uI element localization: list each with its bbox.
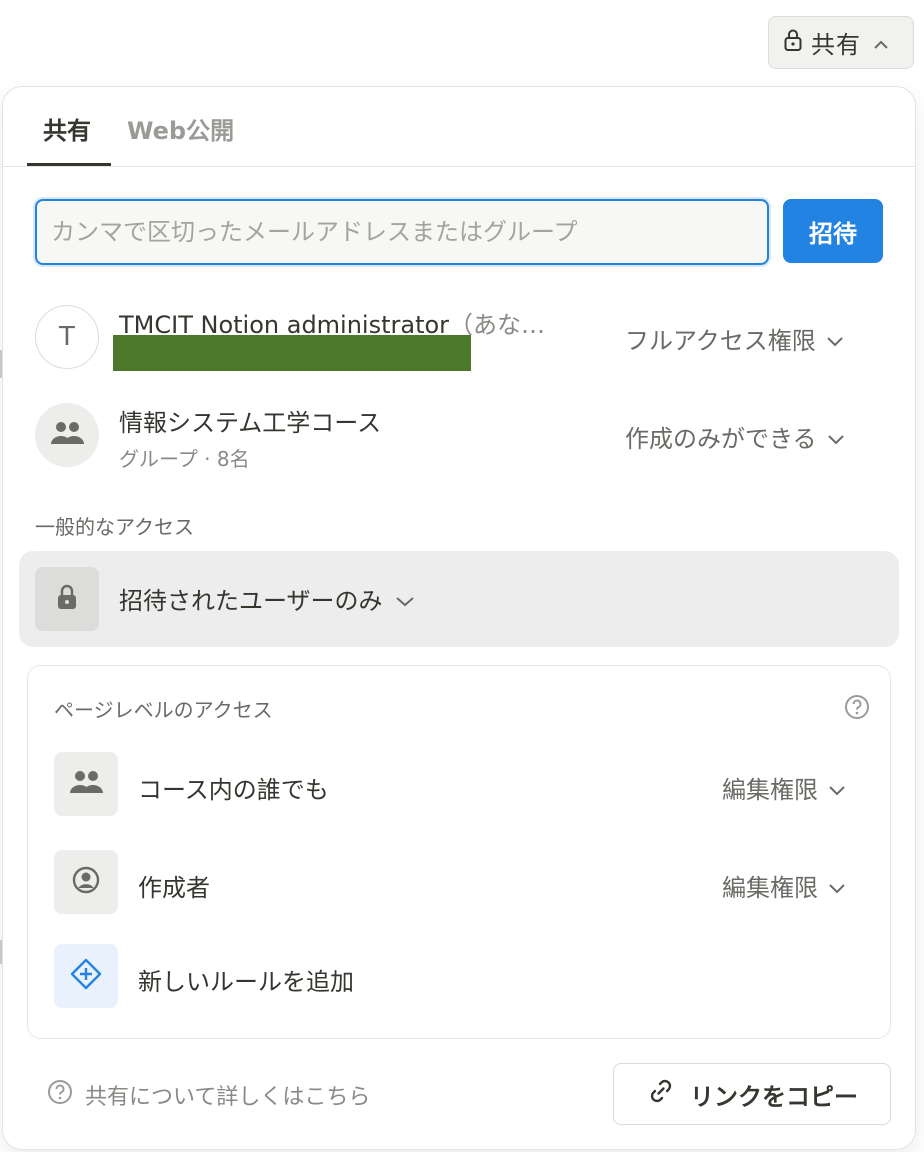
permission-label: 作成のみができる	[625, 425, 817, 453]
lock-tile	[35, 567, 99, 631]
invite-email-input[interactable]	[35, 199, 769, 265]
rule-label: コース内の誰でも	[138, 776, 329, 804]
share-panel: 共有 Web公開 招待 T TMCIT Notion administrator…	[2, 86, 916, 1150]
add-rule-tile[interactable]	[54, 944, 118, 1008]
user-circle-icon	[71, 865, 101, 899]
permission-label: フルアクセス権限	[625, 327, 816, 355]
permission-label: 編集権限	[722, 874, 818, 902]
group-subtitle: グループ · 8名	[119, 447, 250, 471]
general-access-label: 一般的なアクセス	[35, 515, 194, 539]
tab-bar: 共有 Web公開	[3, 87, 915, 167]
link-icon	[646, 1076, 676, 1112]
help-icon	[47, 1079, 73, 1111]
page-access-title: ページレベルのアクセス	[54, 698, 273, 722]
group-name: 情報システム工学コース	[119, 409, 382, 437]
chevron-down-icon	[395, 585, 415, 613]
learn-more-link[interactable]: 共有について詳しくはこちら	[47, 1079, 370, 1111]
add-rule-button[interactable]: 新しいルールを追加	[138, 962, 354, 997]
general-access-dropdown[interactable]: 招待されたユーザーのみ	[19, 551, 899, 647]
chevron-down-icon	[826, 325, 844, 353]
chevron-up-icon	[873, 29, 889, 57]
copy-link-button[interactable]: リンクをコピー	[613, 1063, 891, 1125]
chevron-down-icon	[828, 774, 846, 802]
chevron-down-icon	[827, 423, 845, 451]
permission-label: 編集権限	[722, 776, 818, 804]
active-tab-indicator	[27, 163, 111, 166]
member-permission-dropdown[interactable]: フルアクセス権限	[625, 321, 844, 356]
tab-web-publish[interactable]: Web公開	[127, 111, 234, 146]
lock-icon	[55, 583, 79, 615]
general-access-text: 招待されたユーザーのみ	[119, 587, 383, 615]
rule-tile	[54, 850, 118, 914]
plus-diamond-icon	[69, 957, 103, 995]
group-permission-dropdown[interactable]: 作成のみができる	[625, 419, 845, 454]
people-icon	[49, 420, 85, 450]
share-button-label: 共有	[811, 31, 861, 59]
page-access-card: ページレベルのアクセス コース内の誰でも 編集権限 作成者 編集権限 新しいルー…	[27, 665, 891, 1039]
avatar: T	[35, 305, 99, 369]
rule-tile	[54, 752, 118, 816]
redacted-email	[113, 335, 471, 371]
help-icon[interactable]	[844, 694, 870, 724]
copy-link-label: リンクをコピー	[690, 1082, 858, 1111]
people-icon	[68, 769, 104, 799]
group-avatar	[35, 403, 99, 467]
rule-permission-dropdown[interactable]: 編集権限	[722, 868, 846, 903]
invite-button[interactable]: 招待	[783, 199, 883, 263]
learn-more-text: 共有について詳しくはこちら	[85, 1085, 371, 1110]
share-button[interactable]: 共有	[768, 16, 914, 69]
general-access-value: 招待されたユーザーのみ	[119, 581, 415, 616]
rule-label: 作成者	[138, 874, 210, 902]
lock-icon	[783, 28, 803, 58]
chevron-down-icon	[828, 872, 846, 900]
tab-share[interactable]: 共有	[43, 111, 91, 146]
rule-permission-dropdown[interactable]: 編集権限	[722, 770, 846, 805]
